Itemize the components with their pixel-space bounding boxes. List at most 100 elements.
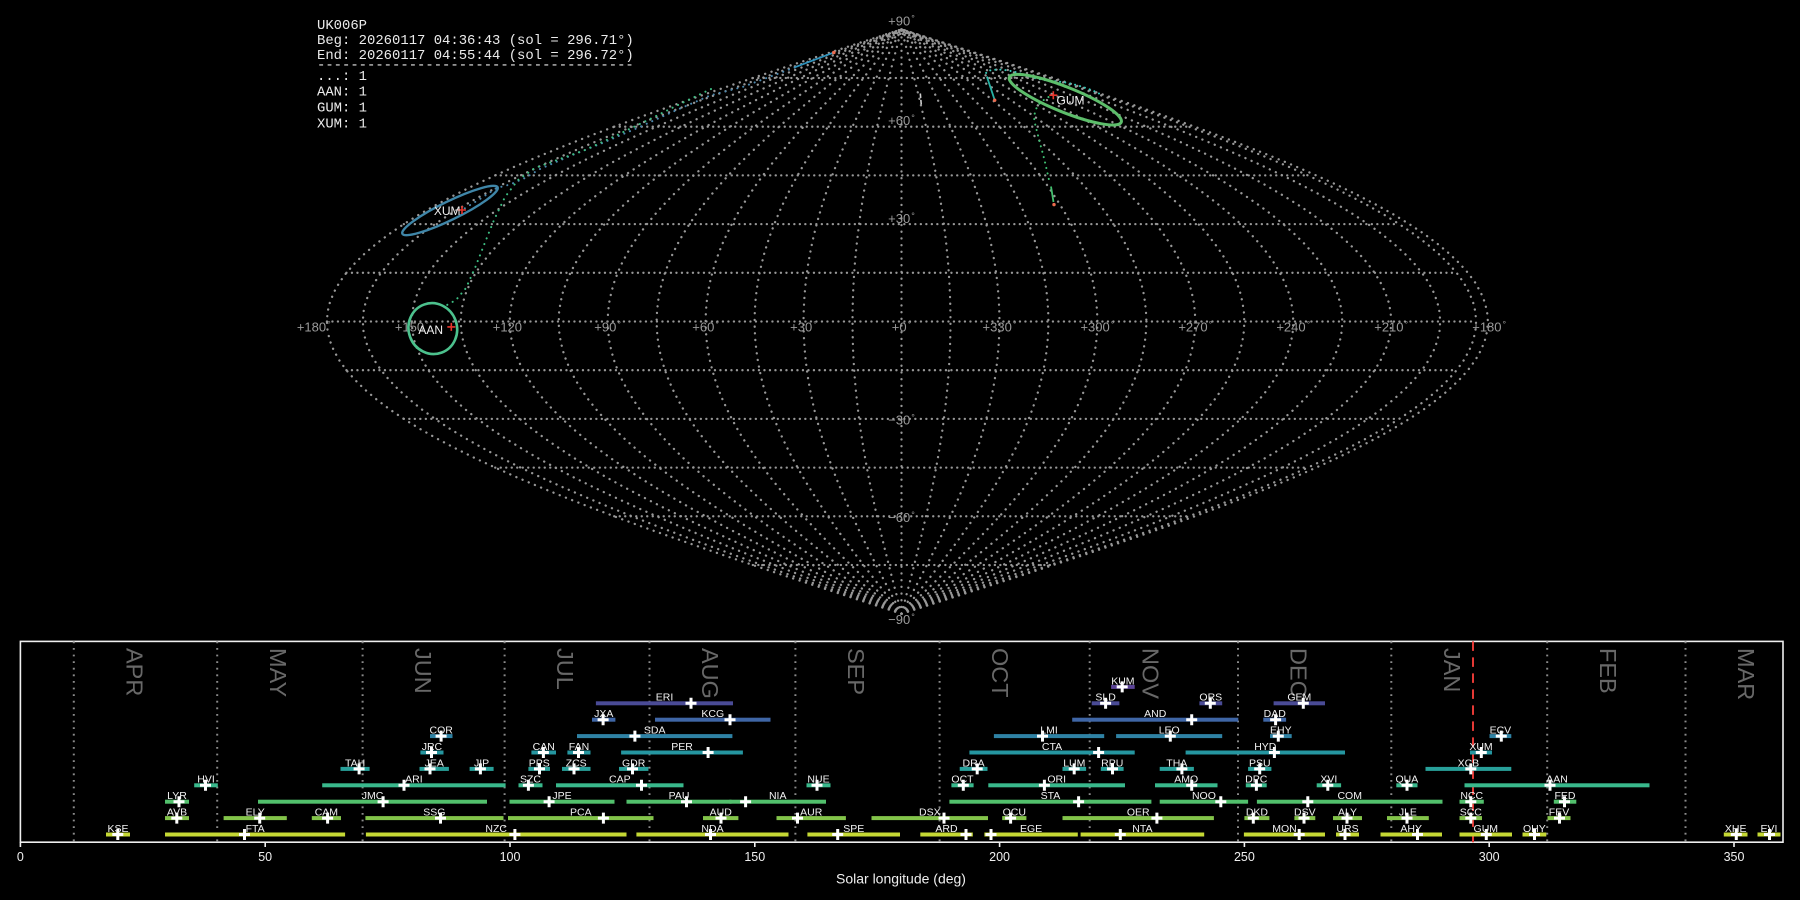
svg-text:COM: COM bbox=[1337, 790, 1362, 802]
svg-text:MON: MON bbox=[1272, 823, 1297, 835]
svg-text:PCA: PCA bbox=[570, 807, 592, 819]
svg-text:FTA: FTA bbox=[246, 823, 265, 835]
svg-text:FAN: FAN bbox=[569, 741, 589, 753]
svg-text:200: 200 bbox=[989, 850, 1010, 864]
svg-text:100: 100 bbox=[500, 850, 521, 864]
svg-text:GUM: GUM bbox=[1474, 823, 1499, 835]
svg-text:NOV: NOV bbox=[1137, 648, 1163, 699]
svg-text:LYR: LYR bbox=[167, 790, 187, 802]
svg-text:AMO: AMO bbox=[1174, 774, 1198, 786]
svg-text:SZC: SZC bbox=[520, 774, 541, 786]
svg-text:CAM: CAM bbox=[315, 807, 338, 819]
svg-text:SLD: SLD bbox=[1095, 692, 1116, 704]
svg-text:OCT: OCT bbox=[987, 648, 1013, 698]
svg-text:JXA: JXA bbox=[594, 708, 613, 720]
svg-text:SEP: SEP bbox=[843, 648, 869, 695]
svg-text:SDA: SDA bbox=[644, 725, 666, 737]
svg-text:JIP: JIP bbox=[474, 757, 489, 769]
svg-text:JEA: JEA bbox=[425, 757, 444, 769]
svg-text:QUA: QUA bbox=[1396, 774, 1419, 786]
svg-text:+210°: +210° bbox=[1374, 320, 1408, 335]
svg-text:JAN: JAN bbox=[1439, 648, 1465, 692]
svg-text:THA: THA bbox=[1166, 757, 1187, 769]
svg-text:AAN: 1: AAN: 1 bbox=[317, 85, 367, 101]
svg-text:EVI: EVI bbox=[1761, 823, 1778, 835]
svg-text:KCG: KCG bbox=[701, 708, 724, 720]
svg-text:+330°: +330° bbox=[983, 320, 1017, 335]
svg-text:PPS: PPS bbox=[529, 757, 550, 769]
svg-text:NDA: NDA bbox=[701, 823, 723, 835]
svg-text:AHY: AHY bbox=[1400, 823, 1422, 835]
svg-text:+120°: +120° bbox=[493, 320, 527, 335]
svg-text:XUM: 1: XUM: 1 bbox=[317, 117, 367, 133]
svg-text:ZCS: ZCS bbox=[566, 757, 587, 769]
svg-text:DEC: DEC bbox=[1286, 648, 1312, 698]
svg-text:MAY: MAY bbox=[265, 648, 291, 698]
svg-text:LMI: LMI bbox=[1040, 725, 1058, 737]
svg-text:+240°: +240° bbox=[1276, 320, 1310, 335]
svg-text:OCT: OCT bbox=[951, 774, 974, 786]
svg-text:SCC: SCC bbox=[1460, 807, 1483, 819]
svg-text:GDR: GDR bbox=[622, 757, 646, 769]
svg-text:50: 50 bbox=[258, 850, 272, 864]
svg-text:ARD: ARD bbox=[935, 823, 958, 835]
svg-text:ALY: ALY bbox=[1338, 807, 1357, 819]
svg-text:TAH: TAH bbox=[345, 757, 365, 769]
svg-text:COR: COR bbox=[430, 725, 454, 737]
svg-text:NUE: NUE bbox=[807, 774, 829, 786]
svg-text:SPE: SPE bbox=[843, 823, 864, 835]
svg-text:DSX: DSX bbox=[919, 807, 941, 819]
svg-text:NTA: NTA bbox=[1132, 823, 1152, 835]
svg-text:ECV: ECV bbox=[1490, 725, 1512, 737]
svg-text:PER: PER bbox=[671, 741, 693, 753]
svg-text:NZC: NZC bbox=[485, 823, 507, 835]
svg-text:SSG: SSG bbox=[423, 807, 445, 819]
svg-text:EGE: EGE bbox=[1020, 823, 1042, 835]
svg-text:AUR: AUR bbox=[800, 807, 823, 819]
svg-text:GUM: GUM bbox=[1057, 94, 1085, 108]
svg-text:STA: STA bbox=[1041, 790, 1061, 802]
svg-text:JLE: JLE bbox=[1399, 807, 1417, 819]
svg-text:AUD: AUD bbox=[710, 807, 733, 819]
svg-text:JPE: JPE bbox=[552, 790, 571, 802]
svg-text:JUL: JUL bbox=[552, 648, 578, 690]
svg-text:150: 150 bbox=[744, 850, 765, 864]
svg-text:KUM: KUM bbox=[1111, 675, 1134, 687]
svg-text:XVI: XVI bbox=[1320, 774, 1337, 786]
svg-text:+300°: +300° bbox=[1080, 320, 1114, 335]
svg-text:PAU: PAU bbox=[669, 790, 690, 802]
svg-text:Beg: 20260117 04:36:43 (sol =: Beg: 20260117 04:36:43 (sol = 296.71°) bbox=[317, 33, 634, 49]
svg-text:DKD: DKD bbox=[1246, 807, 1269, 819]
svg-text:GUM: 1: GUM: 1 bbox=[317, 101, 367, 117]
svg-text:ORS: ORS bbox=[1199, 692, 1222, 704]
svg-text:OCU: OCU bbox=[1003, 807, 1026, 819]
svg-text:AAN: AAN bbox=[418, 323, 443, 337]
svg-text:AVB: AVB bbox=[167, 807, 187, 819]
svg-text:...: 1: ...: 1 bbox=[317, 69, 367, 85]
svg-text:CTA: CTA bbox=[1042, 741, 1062, 753]
svg-text:FEB: FEB bbox=[1595, 648, 1621, 694]
svg-text:RPU: RPU bbox=[1101, 757, 1123, 769]
svg-text:OER: OER bbox=[1127, 807, 1150, 819]
svg-text:GEM: GEM bbox=[1287, 692, 1311, 704]
svg-text:+270°: +270° bbox=[1178, 320, 1212, 335]
svg-text:XCB: XCB bbox=[1458, 757, 1480, 769]
svg-text:DRA: DRA bbox=[963, 757, 985, 769]
svg-text:XUM: XUM bbox=[434, 204, 461, 218]
svg-text:URS: URS bbox=[1336, 823, 1358, 835]
svg-text:KSE: KSE bbox=[107, 823, 128, 835]
svg-text:JMC: JMC bbox=[362, 790, 384, 802]
svg-text:EHY: EHY bbox=[1270, 725, 1292, 737]
svg-text:300: 300 bbox=[1479, 850, 1500, 864]
svg-text:DPC: DPC bbox=[1245, 774, 1268, 786]
svg-text:HYD: HYD bbox=[1254, 741, 1277, 753]
svg-text:MAR: MAR bbox=[1733, 648, 1759, 700]
svg-text:Solar longitude (deg): Solar longitude (deg) bbox=[836, 871, 966, 887]
svg-text:250: 250 bbox=[1234, 850, 1255, 864]
svg-text:ARI: ARI bbox=[405, 774, 423, 786]
svg-text:ERI: ERI bbox=[656, 692, 674, 704]
svg-text:XUM: XUM bbox=[1469, 741, 1492, 753]
svg-text:ORI: ORI bbox=[1047, 774, 1066, 786]
svg-text:NCC: NCC bbox=[1460, 790, 1483, 802]
svg-text:0: 0 bbox=[17, 850, 24, 864]
